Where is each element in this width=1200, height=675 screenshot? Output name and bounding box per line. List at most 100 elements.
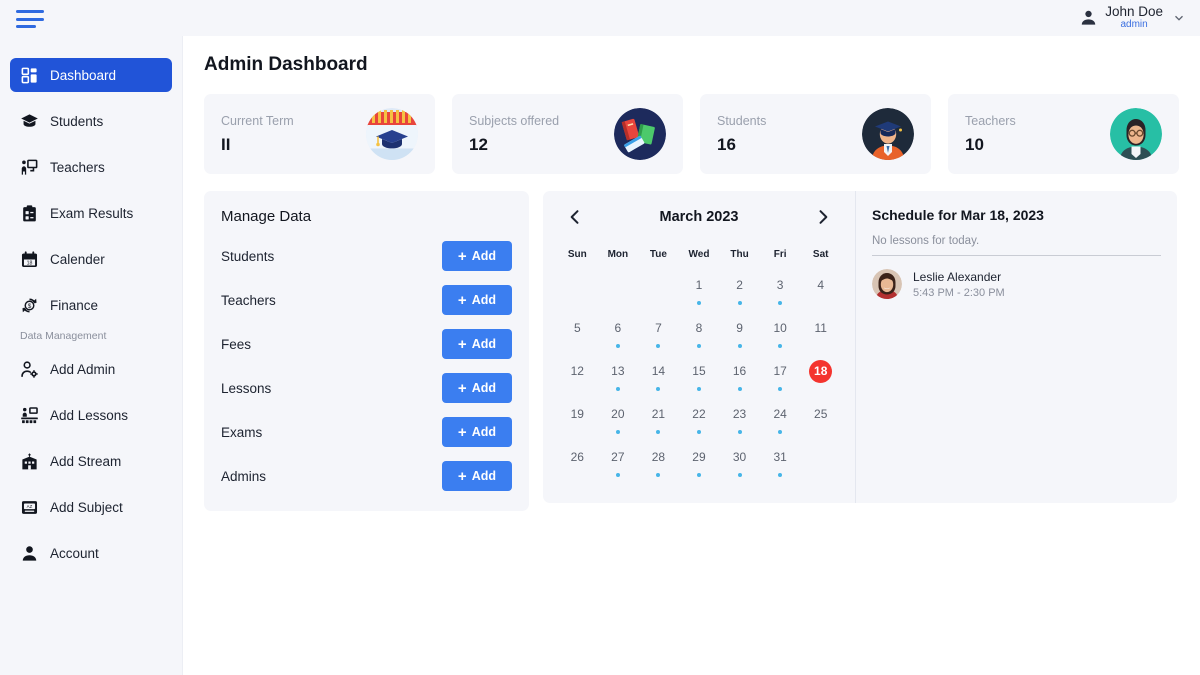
currency-refresh-icon: $	[20, 296, 39, 315]
calendar-cell[interactable]: 24	[760, 403, 801, 446]
calendar-cell[interactable]: 12	[557, 360, 598, 403]
calendar-day-number[interactable]: 7	[647, 317, 670, 340]
calendar-day-number[interactable]: 8	[687, 317, 710, 340]
calendar-cell[interactable]: 7	[638, 317, 679, 360]
calendar-day-number[interactable]: 13	[606, 360, 629, 383]
add-admins-button[interactable]: +Add	[442, 461, 512, 491]
calendar-day-number[interactable]: 22	[687, 403, 710, 426]
calendar-day-number[interactable]: 4	[809, 274, 832, 297]
sidebar-item-add-lessons[interactable]: Add Lessons	[10, 398, 172, 432]
add-fees-button[interactable]: +Add	[442, 329, 512, 359]
student-avatar-icon	[862, 108, 914, 160]
calendar-cell[interactable]: 16	[719, 360, 760, 403]
sidebar-item-label: Add Subject	[50, 500, 123, 515]
calendar-cell[interactable]: 6	[598, 317, 639, 360]
add-lessons-button[interactable]: +Add	[442, 373, 512, 403]
manage-data-title: Manage Data	[221, 208, 512, 225]
sidebar-item-calender[interactable]: 18Calender	[10, 242, 172, 276]
schedule-entry[interactable]: Leslie Alexander5:43 PM - 2:30 PM	[872, 269, 1161, 299]
calendar-cell[interactable]: 29	[679, 446, 720, 489]
add-exams-button[interactable]: +Add	[442, 417, 512, 447]
calendar-cell[interactable]: 17	[760, 360, 801, 403]
plus-icon: +	[458, 469, 467, 484]
calendar-day-number[interactable]: 25	[809, 403, 832, 426]
calendar-day-header: Wed	[679, 249, 720, 274]
calendar-cell[interactable]: 30	[719, 446, 760, 489]
chevron-left-icon[interactable]	[565, 207, 585, 227]
calendar-cell[interactable]: 18	[800, 360, 841, 403]
calendar-day-number[interactable]: 14	[647, 360, 670, 383]
sidebar-item-teachers[interactable]: Teachers	[10, 150, 172, 184]
calendar-day-number[interactable]: 18	[809, 360, 832, 383]
calendar-day-number[interactable]: 21	[647, 403, 670, 426]
calendar-cell[interactable]: 23	[719, 403, 760, 446]
calendar-day-number[interactable]: 20	[606, 403, 629, 426]
sidebar-item-add-subject[interactable]: AZAdd Subject	[10, 490, 172, 524]
chevron-down-icon[interactable]	[1172, 11, 1186, 25]
calendar-cell[interactable]: 8	[679, 317, 720, 360]
calendar-day-number[interactable]: 27	[606, 446, 629, 469]
add-teachers-button[interactable]: +Add	[442, 285, 512, 315]
calendar-day-number[interactable]: 2	[728, 274, 751, 297]
sidebar-item-add-stream[interactable]: Add Stream	[10, 444, 172, 478]
calendar-day-number[interactable]: 28	[647, 446, 670, 469]
calendar-cell[interactable]: 5	[557, 317, 598, 360]
calendar-cell[interactable]: 15	[679, 360, 720, 403]
calendar-cell[interactable]: 25	[800, 403, 841, 446]
calendar-cell[interactable]: 20	[598, 403, 639, 446]
calendar-cell[interactable]: 26	[557, 446, 598, 489]
calendar-day-number[interactable]: 30	[728, 446, 751, 469]
calendar-day-number[interactable]: 24	[769, 403, 792, 426]
calendar-day-number[interactable]: 12	[566, 360, 589, 383]
calendar-cell[interactable]: 1	[679, 274, 720, 317]
calendar-day-number[interactable]: 5	[566, 317, 589, 340]
calendar-cell[interactable]: 10	[760, 317, 801, 360]
calendar-day-number[interactable]: 23	[728, 403, 751, 426]
calendar-cell[interactable]: 21	[638, 403, 679, 446]
sidebar-item-account[interactable]: Account	[10, 536, 172, 570]
plus-icon: +	[458, 381, 467, 396]
calendar-cell[interactable]: 14	[638, 360, 679, 403]
calendar-cell[interactable]: 11	[800, 317, 841, 360]
schedule-entry-name: Leslie Alexander	[913, 270, 1005, 284]
calendar-day-number[interactable]: 29	[687, 446, 710, 469]
calendar-day-number[interactable]: 1	[687, 274, 710, 297]
calendar-cell[interactable]: 22	[679, 403, 720, 446]
calendar-cell[interactable]: 9	[719, 317, 760, 360]
calendar-cell[interactable]: 13	[598, 360, 639, 403]
calendar-day-number[interactable]: 10	[769, 317, 792, 340]
calendar-day-number[interactable]: 17	[769, 360, 792, 383]
calendar-cell[interactable]: 2	[719, 274, 760, 317]
calendar-day-number[interactable]: 16	[728, 360, 751, 383]
calendar-cell[interactable]: 4	[800, 274, 841, 317]
sidebar-item-dashboard[interactable]: Dashboard	[10, 58, 172, 92]
person-icon	[20, 544, 39, 563]
sidebar-primary-group: Dashboard Students Teachers Exam Results 18C…	[0, 58, 182, 322]
calendar-day-number[interactable]: 31	[769, 446, 792, 469]
sidebar-item-exam-results[interactable]: Exam Results	[10, 196, 172, 230]
manage-data-list: Students+AddTeachers+AddFees+AddLessons+…	[221, 241, 512, 491]
sidebar-item-add-admin[interactable]: Add Admin	[10, 352, 172, 386]
sidebar-item-students[interactable]: Students	[10, 104, 172, 138]
calendar-icon: 18	[20, 250, 39, 269]
calendar-cell[interactable]: 27	[598, 446, 639, 489]
calendar-day-number[interactable]: 15	[687, 360, 710, 383]
calendar-cell[interactable]: 28	[638, 446, 679, 489]
user-menu[interactable]: John Doe admin	[1079, 5, 1186, 31]
calendar-day-number[interactable]: 9	[728, 317, 751, 340]
calendar-day-number[interactable]: 6	[606, 317, 629, 340]
chevron-right-icon[interactable]	[813, 207, 833, 227]
hamburger-menu-icon[interactable]	[16, 8, 46, 30]
sidebar-item-finance[interactable]: $Finance	[10, 288, 172, 322]
calendar-event-dot	[738, 430, 742, 434]
calendar-day-number[interactable]: 26	[566, 446, 589, 469]
calendar-day-number[interactable]: 3	[769, 274, 792, 297]
sidebar: Dashboard Students Teachers Exam Results 18C…	[0, 0, 183, 675]
add-students-button[interactable]: +Add	[442, 241, 512, 271]
calendar-cell[interactable]: 31	[760, 446, 801, 489]
calendar-cell[interactable]: 3	[760, 274, 801, 317]
calendar-cell[interactable]: 19	[557, 403, 598, 446]
calendar-day-number[interactable]: 11	[809, 317, 832, 340]
manage-data-label: Admins	[221, 469, 266, 484]
calendar-day-number[interactable]: 19	[566, 403, 589, 426]
